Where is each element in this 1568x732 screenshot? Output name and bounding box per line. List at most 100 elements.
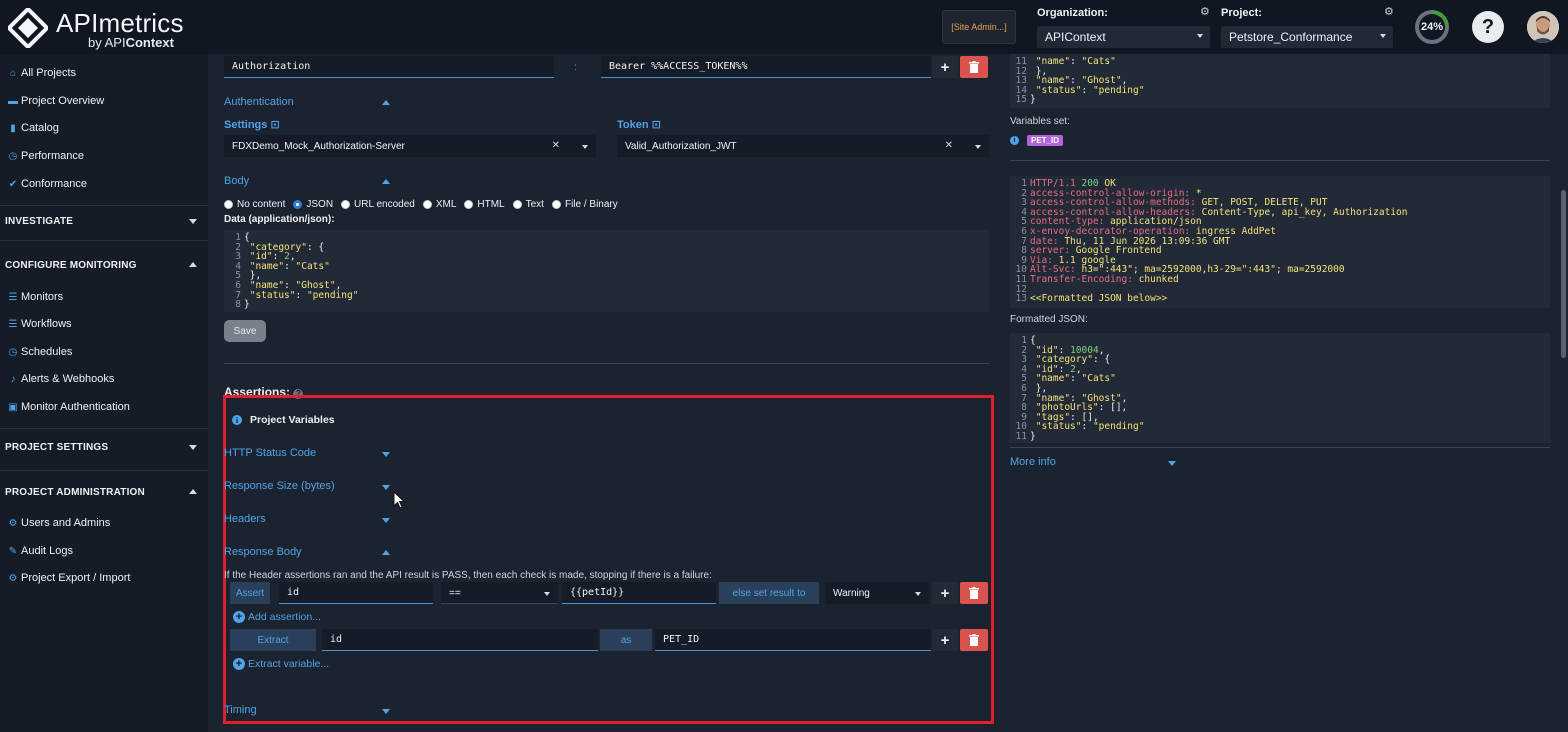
section-timing[interactable]: Timing (224, 704, 390, 716)
list-icon: ☰ (8, 291, 18, 303)
delete-header-button[interactable] (960, 56, 988, 78)
site-admin-button[interactable]: [Site Admin...] (942, 10, 1016, 44)
project-variables[interactable]: i Project Variables (232, 414, 335, 426)
assert-operator-select[interactable]: == (441, 582, 558, 604)
trash-icon (969, 587, 979, 599)
response-header-line: 11 Transfer-Encoding: chunked (1015, 273, 1179, 285)
sidebar-item-catalog[interactable]: ▮ Catalog (8, 120, 59, 136)
chevron-up-icon (382, 100, 390, 105)
chevron-up-icon (189, 262, 197, 267)
auth-token-select[interactable]: Valid_Authorization_JWT ✕ (617, 135, 989, 157)
organization-select[interactable]: APIContext (1037, 26, 1210, 48)
chevron-up-icon (189, 489, 197, 494)
plus-circle-icon: + (233, 611, 245, 623)
header-key-input[interactable]: Authorization (224, 56, 554, 78)
add-assertion-link[interactable]: + Add assertion... (233, 611, 321, 623)
extract-variable-link[interactable]: + Extract variable... (233, 658, 329, 670)
delete-assert-row-button[interactable] (960, 582, 988, 604)
radio-xml[interactable] (422, 200, 432, 209)
bell-icon: ♪ (10, 373, 16, 385)
sidebar-item-workflows[interactable]: ☰ Workflows (8, 316, 72, 332)
help-icon[interactable]: ? (1472, 11, 1504, 43)
sidebar-section-project-administration[interactable]: PROJECT ADMINISTRATION (5, 484, 205, 500)
trash-icon (969, 61, 979, 73)
clear-icon[interactable]: ✕ (552, 140, 560, 151)
sidebar-section-configure-monitoring[interactable]: CONFIGURE MONITORING (5, 257, 205, 273)
radio-url-encoded[interactable] (341, 200, 351, 209)
else-result-select[interactable]: Warning (825, 582, 929, 604)
book-icon: ▮ (10, 122, 16, 134)
project-gear-icon[interactable]: ⚙ (1384, 5, 1394, 18)
progress-ring[interactable]: 24% (1415, 10, 1449, 44)
add-header-button[interactable]: + (932, 56, 958, 78)
folder-icon: ▬ (8, 95, 18, 107)
chevron-down-icon (1168, 461, 1176, 466)
code-line: 8} (235, 299, 250, 311)
section-headers[interactable]: Headers (224, 513, 390, 525)
radio-html[interactable] (464, 200, 474, 209)
sidebar-item-schedules[interactable]: ◷ Schedules (8, 344, 73, 360)
code-line: 5 "name": "Cats" (1021, 373, 1116, 385)
radio-text[interactable] (512, 200, 522, 209)
sidebar-item-all-projects[interactable]: ⌂ All Projects (8, 65, 76, 81)
chevron-down-icon (189, 219, 197, 224)
radio-json[interactable] (293, 200, 303, 209)
home-icon: ⌂ (9, 67, 17, 79)
project-select[interactable]: Petstore_Conformance (1221, 26, 1393, 48)
gear-icon: ⚙ (8, 517, 18, 529)
body-type-radio-group: No content JSON URL encoded XML HTML Tex… (224, 199, 618, 210)
sidebar-item-monitor-authentication[interactable]: ▣ Monitor Authentication (8, 399, 130, 415)
radio-no-content[interactable] (224, 200, 233, 209)
token-label[interactable]: Token ⊡ (617, 118, 661, 131)
sidebar-item-project-export-import[interactable]: ⚙ Project Export / Import (8, 570, 131, 586)
header-separator: : (574, 62, 577, 73)
code-line: 10 "status": "pending" (1015, 421, 1145, 433)
radio-file-binary[interactable] (551, 200, 561, 209)
sidebar-item-performance[interactable]: ◷ Performance (8, 148, 84, 164)
code-line: 3 "category": { (1021, 354, 1111, 366)
delete-extract-row-button[interactable] (960, 629, 988, 651)
body-toggle[interactable]: Body (224, 175, 390, 187)
extract-variable-input[interactable]: PET_ID (655, 629, 931, 651)
chevron-down-icon (582, 145, 588, 149)
variable-badge-pet-id[interactable]: PET_ID (1027, 135, 1064, 146)
add-extract-row-button[interactable]: + (932, 629, 958, 651)
more-info-toggle[interactable]: More info (1010, 456, 1176, 468)
sidebar-item-alerts-webhooks[interactable]: ♪ Alerts & Webhooks (8, 371, 115, 387)
avatar[interactable] (1527, 11, 1559, 43)
assert-field-input[interactable]: id (279, 582, 433, 604)
check-icon: ✔ (8, 178, 18, 190)
sidebar-section-project-settings[interactable]: PROJECT SETTINGS (5, 439, 205, 455)
info-icon: i (232, 415, 242, 425)
add-assert-row-button[interactable]: + (932, 582, 958, 604)
settings-label[interactable]: Settings ⊡ (224, 118, 280, 131)
sidebar-item-audit-logs[interactable]: ✎ Audit Logs (8, 543, 73, 559)
response-headers-viewer: 1 HTTP/1.1 200 OK 2 access-control-allow-or… (1010, 176, 1550, 308)
formatted-json-label: Formatted JSON: (1010, 314, 1088, 325)
sidebar-item-monitors[interactable]: ☰ Monitors (8, 289, 64, 305)
sidebar-section-investigate[interactable]: INVESTIGATE (5, 213, 205, 229)
assert-value-input[interactable]: {{petId}} (562, 582, 716, 604)
sidebar-item-conformance[interactable]: ✔ Conformance (8, 176, 87, 192)
logo-diamond-icon (8, 8, 48, 48)
chevron-down-icon (382, 518, 390, 523)
clear-icon[interactable]: ✕ (945, 140, 953, 151)
apimetrics-logo[interactable]: APImetrics by APIContext (8, 6, 188, 50)
header-value-input[interactable]: Bearer %%ACCESS_TOKEN%% (601, 56, 931, 78)
variables-set-label: Variables set: (1010, 116, 1070, 127)
section-http-status-code[interactable]: HTTP Status Code (224, 447, 390, 459)
page-scrollbar[interactable] (1559, 54, 1568, 732)
section-response-size[interactable]: Response Size (bytes) (224, 480, 390, 492)
section-response-body[interactable]: Response Body (224, 546, 390, 558)
extract-field-input[interactable]: id (322, 629, 598, 651)
save-button[interactable]: Save (224, 320, 266, 342)
sidebar-item-users-admins[interactable]: ⚙ Users and Admins (8, 515, 111, 531)
list-icon: ☰ (8, 318, 18, 330)
organization-gear-icon[interactable]: ⚙ (1200, 5, 1210, 18)
auth-settings-select[interactable]: FDXDemo_Mock_Authorization-Server ✕ (224, 135, 596, 157)
authentication-toggle[interactable]: Authentication (224, 96, 390, 108)
request-body-editor[interactable]: 1{2 "category": {3 "id": 2, 4 "name": "Ca… (224, 230, 989, 312)
sidebar-item-project-overview[interactable]: ▬ Project Overview (8, 93, 104, 109)
info-icon[interactable]: i (1010, 136, 1019, 145)
scrollbar-thumb[interactable] (1561, 190, 1566, 358)
